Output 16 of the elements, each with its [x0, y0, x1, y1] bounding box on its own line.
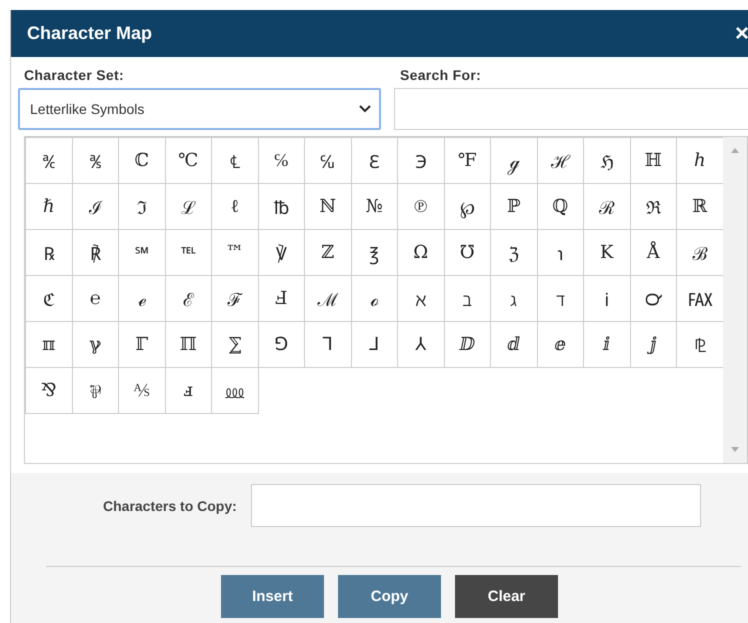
- characters-to-copy-label: Characters to Copy:: [103, 498, 237, 514]
- character-cell[interactable]: ℀: [25, 137, 72, 184]
- character-cell[interactable]: ⅏: [211, 367, 258, 414]
- search-field[interactable]: [394, 88, 748, 130]
- close-button[interactable]: ×: [734, 22, 748, 46]
- scrollbar[interactable]: [723, 137, 747, 463]
- search-label: Search For:: [399, 67, 482, 83]
- action-button[interactable]: Clear: [455, 575, 558, 618]
- action-button[interactable]: Copy: [338, 575, 441, 618]
- characters-to-copy-field[interactable]: [250, 484, 701, 527]
- chevron-icon: [359, 105, 371, 113]
- character-set-label: Character Set:: [23, 67, 125, 83]
- window-title: Character Map: [27, 23, 152, 44]
- action-button[interactable]: Insert: [221, 575, 324, 618]
- character-set-dropdown[interactable]: Letterlike Symbols: [18, 88, 381, 130]
- character-cell[interactable]: ⅋: [25, 367, 72, 414]
